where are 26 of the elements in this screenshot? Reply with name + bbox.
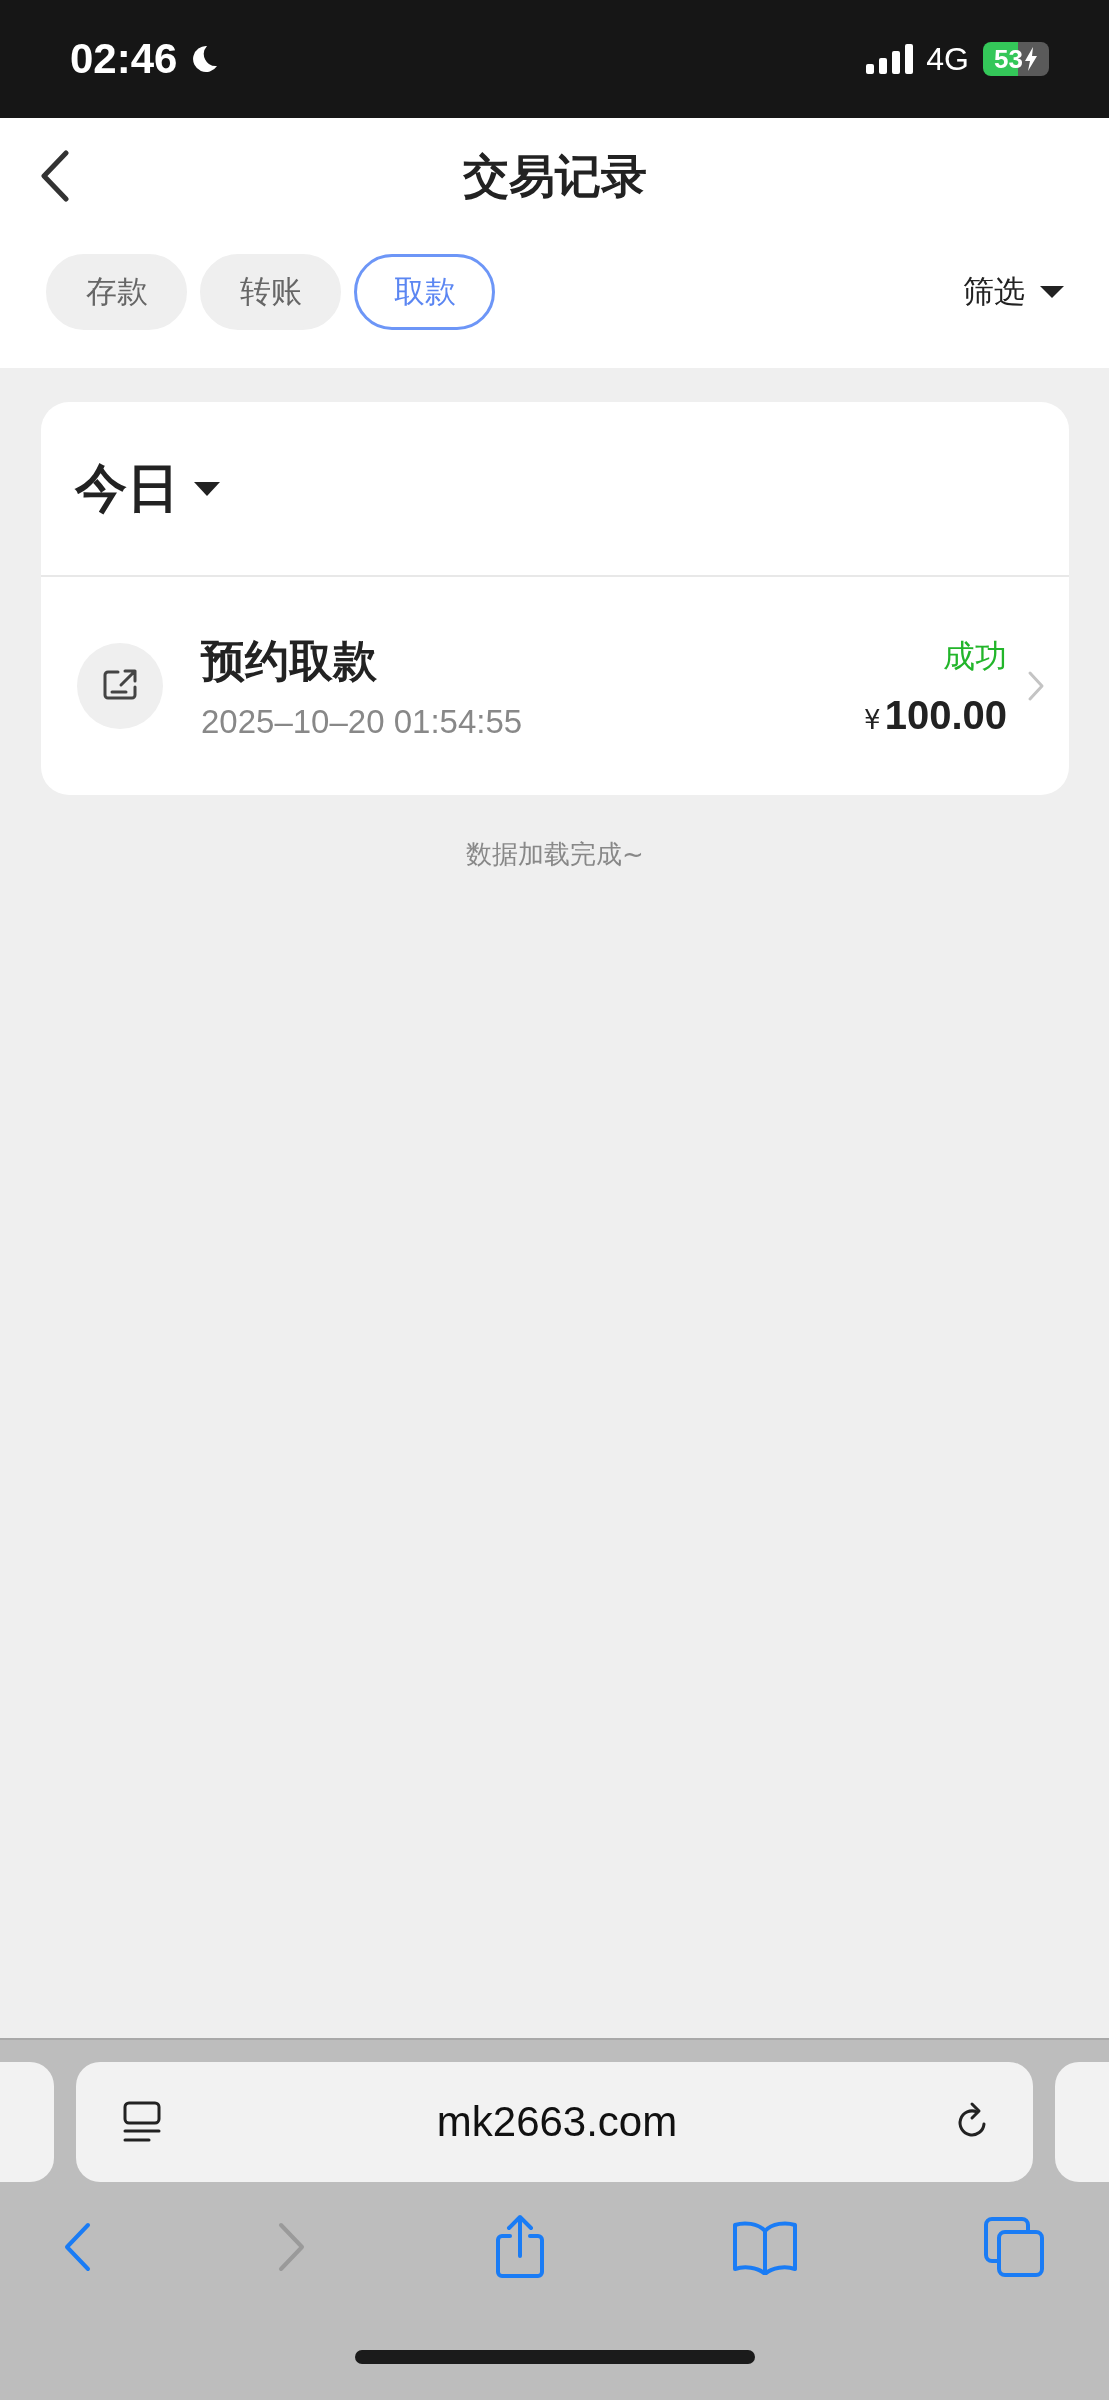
tabs-icon[interactable] (983, 2216, 1045, 2278)
address-bar[interactable]: mk2663.com (76, 2062, 1033, 2182)
filter-tab[interactable]: 转账 (200, 253, 341, 330)
date-dropdown[interactable]: 今日 (75, 453, 221, 524)
adjacent-tab[interactable] (0, 2062, 54, 2182)
amount: 100.00 (884, 692, 1007, 738)
transaction-row[interactable]: 预约取款 2025–10–20 01:54:55 成功 ¥100.00 (41, 577, 1069, 795)
caret-icon (193, 479, 221, 498)
caret-icon (1039, 283, 1065, 300)
transaction-time: 2025–10–20 01:54:55 (201, 702, 524, 741)
filter-tab[interactable]: 存款 (46, 253, 187, 330)
status-label: 成功 (943, 635, 1007, 677)
currency-sign: ¥ (864, 704, 881, 735)
clock-time: 02:46 (70, 35, 178, 83)
page-title: 交易记录 (462, 147, 647, 205)
chevron-icon (1027, 670, 1045, 702)
page-menu-icon[interactable] (121, 2100, 163, 2144)
battery-indicator: 53 (983, 42, 1049, 76)
transaction-title: 预约取款 (201, 633, 378, 688)
back-icon[interactable] (40, 150, 70, 202)
bookmarks-icon[interactable] (732, 2219, 799, 2275)
adjacent-tab[interactable] (1055, 2062, 1109, 2182)
load-complete-text: 数据加载完成~ (466, 838, 644, 871)
forward-icon[interactable] (276, 2221, 307, 2273)
filter-button[interactable]: 筛选 (963, 270, 1065, 313)
network-label: 4G (926, 40, 969, 78)
